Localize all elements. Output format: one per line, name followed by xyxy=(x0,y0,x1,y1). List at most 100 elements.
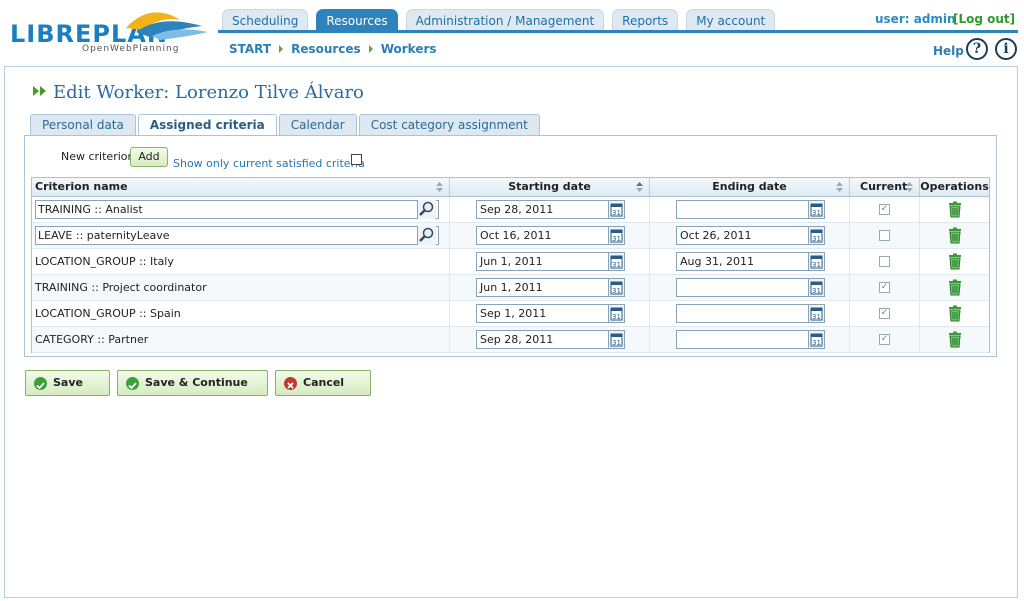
calendar-icon[interactable]: 31 xyxy=(608,330,625,349)
subtab-calendar[interactable]: Calendar xyxy=(278,114,357,136)
svg-text:31: 31 xyxy=(812,209,821,217)
only-current-checkbox[interactable] xyxy=(351,154,362,165)
tab-reports[interactable]: Reports xyxy=(612,9,679,31)
add-criterion-button[interactable]: Add xyxy=(130,147,168,167)
start-date-input[interactable]: Sep 28, 2011 xyxy=(476,200,610,219)
table-row: CATEGORY :: Partner Sep 28, 2011 31 31 ✓ xyxy=(32,327,989,353)
end-date-input[interactable]: Oct 26, 2011 xyxy=(676,226,810,245)
header: LIBREPLAN OpenWebPlanning Scheduling Res… xyxy=(0,0,1024,64)
info-icon[interactable]: i xyxy=(995,38,1017,60)
current-cell: ✓ xyxy=(850,327,920,353)
current-checkbox[interactable]: ✓ xyxy=(879,334,890,345)
calendar-icon[interactable]: 31 xyxy=(608,304,625,323)
end-date-input[interactable] xyxy=(676,330,810,349)
breadcrumb-arrow-icon xyxy=(279,45,284,53)
user-label: user: admin xyxy=(875,12,956,26)
save-continue-button[interactable]: Save & Continue xyxy=(117,370,268,396)
table-row: TRAINING :: Analist Sep 28, 2011 31 31 ✓ xyxy=(32,197,989,223)
criterion-cell: LOCATION_GROUP :: Spain xyxy=(32,301,450,327)
trash-icon[interactable] xyxy=(948,279,962,299)
sort-icon xyxy=(436,182,443,192)
operations-cell xyxy=(920,275,989,301)
calendar-icon[interactable]: 31 xyxy=(808,330,825,349)
calendar-icon[interactable]: 31 xyxy=(808,200,825,219)
current-checkbox[interactable]: ✓ xyxy=(879,204,890,215)
subtab-cost-category[interactable]: Cost category assignment xyxy=(358,114,540,136)
current-checkbox[interactable]: ✓ xyxy=(879,282,890,293)
current-checkbox[interactable] xyxy=(879,230,890,241)
column-header-criterion[interactable]: Criterion name xyxy=(32,178,450,197)
criterion-name: CATEGORY :: Partner xyxy=(35,333,149,346)
calendar-icon[interactable]: 31 xyxy=(808,226,825,245)
column-header-ending-date[interactable]: Ending date xyxy=(650,178,850,197)
calendar-icon[interactable]: 31 xyxy=(808,252,825,271)
trash-icon[interactable] xyxy=(948,253,962,273)
criterion-input[interactable]: TRAINING :: Analist xyxy=(35,200,439,219)
tab-resources[interactable]: Resources xyxy=(316,9,398,31)
end-date-input[interactable]: Aug 31, 2011 xyxy=(676,252,810,271)
trash-icon[interactable] xyxy=(948,201,962,221)
calendar-icon[interactable]: 31 xyxy=(608,252,625,271)
breadcrumb-arrow-icon xyxy=(368,45,373,53)
trash-icon[interactable] xyxy=(948,331,962,351)
table-row: LOCATION_GROUP :: Italy Jun 1, 2011 31 Aug … xyxy=(32,249,989,275)
column-header-current[interactable]: Current xyxy=(850,178,920,197)
criterion-input[interactable]: LEAVE :: paternityLeave xyxy=(35,226,439,245)
calendar-icon[interactable]: 31 xyxy=(608,200,625,219)
current-cell: ✓ xyxy=(850,275,920,301)
sort-icon xyxy=(906,182,913,192)
subtab-assigned-criteria[interactable]: Assigned criteria xyxy=(137,114,277,137)
breadcrumb-start[interactable]: START xyxy=(229,42,271,56)
save-button[interactable]: Save xyxy=(25,370,110,396)
tab-administration[interactable]: Administration / Management xyxy=(405,9,605,31)
criterion-name: LOCATION_GROUP :: Spain xyxy=(35,307,181,320)
current-cell xyxy=(850,249,920,275)
calendar-icon[interactable]: 31 xyxy=(808,278,825,297)
trash-icon[interactable] xyxy=(948,305,962,325)
end-date-cell: Aug 31, 2011 31 xyxy=(650,249,850,275)
start-date-input[interactable]: Jun 1, 2011 xyxy=(476,252,610,271)
end-date-cell: Oct 26, 2011 31 xyxy=(650,223,850,249)
current-cell: ✓ xyxy=(850,301,920,327)
svg-text:31: 31 xyxy=(812,339,821,347)
current-checkbox[interactable] xyxy=(879,256,890,267)
calendar-icon[interactable]: 31 xyxy=(808,304,825,323)
end-date-input[interactable] xyxy=(676,200,810,219)
cancel-button[interactable]: Cancel xyxy=(275,370,371,396)
subtab-personal-data[interactable]: Personal data xyxy=(30,114,136,136)
column-header-starting-date[interactable]: Starting date xyxy=(450,178,650,197)
help-icon[interactable]: ? xyxy=(966,38,988,60)
end-date-input[interactable] xyxy=(676,304,810,323)
tab-my-account[interactable]: My account xyxy=(686,9,776,31)
criterion-cell: LOCATION_GROUP :: Italy xyxy=(32,249,450,275)
search-icon[interactable] xyxy=(417,226,436,245)
criterion-cell: TRAINING :: Analist xyxy=(32,197,450,223)
help-link[interactable]: Help xyxy=(933,44,964,58)
start-date-input[interactable]: Jun 1, 2011 xyxy=(476,278,610,297)
svg-text:31: 31 xyxy=(812,313,821,321)
criterion-cell: CATEGORY :: Partner xyxy=(32,327,450,353)
trash-icon[interactable] xyxy=(948,227,962,247)
svg-text:31: 31 xyxy=(612,235,621,243)
breadcrumb: START Resources Workers xyxy=(229,42,437,56)
calendar-icon[interactable]: 31 xyxy=(608,226,625,245)
page-title: Edit Worker: Lorenzo Tilve Álvaro xyxy=(53,82,364,103)
table-row: LEAVE :: paternityLeave Oct 16, 2011 31 Oct… xyxy=(32,223,989,249)
start-date-input[interactable]: Sep 1, 2011 xyxy=(476,304,610,323)
main-tabs: Scheduling Resources Administration / Ma… xyxy=(222,9,783,31)
calendar-icon[interactable]: 31 xyxy=(608,278,625,297)
start-date-input[interactable]: Sep 28, 2011 xyxy=(476,330,610,349)
current-checkbox[interactable]: ✓ xyxy=(879,308,890,319)
breadcrumb-workers[interactable]: Workers xyxy=(381,42,437,56)
libreplan-logo[interactable]: LIBREPLAN OpenWebPlanning xyxy=(10,6,210,58)
tab-bar-line xyxy=(218,30,1018,33)
start-date-cell: Oct 16, 2011 31 xyxy=(450,223,650,249)
breadcrumb-resources[interactable]: Resources xyxy=(291,42,361,56)
logout-link[interactable]: [Log out] xyxy=(953,12,1015,26)
end-date-cell: 31 xyxy=(650,327,850,353)
tab-scheduling[interactable]: Scheduling xyxy=(222,9,309,31)
end-date-input[interactable] xyxy=(676,278,810,297)
search-icon[interactable] xyxy=(417,200,436,219)
double-arrow-icon xyxy=(33,86,46,96)
start-date-input[interactable]: Oct 16, 2011 xyxy=(476,226,610,245)
